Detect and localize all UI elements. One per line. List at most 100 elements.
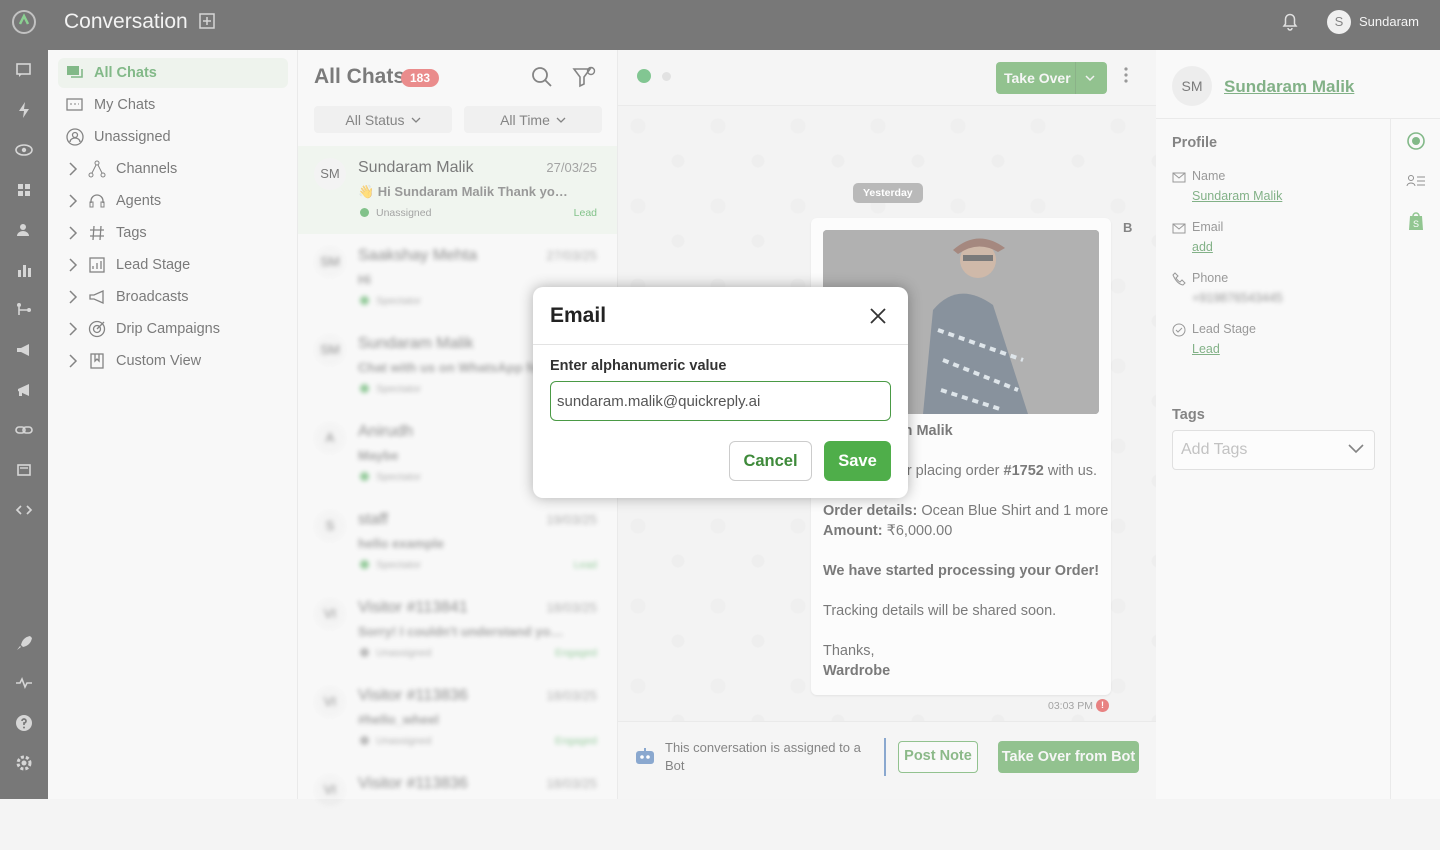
close-icon[interactable]	[869, 307, 887, 325]
chevron-down-icon	[1348, 444, 1364, 454]
contact-name: Anirudh	[358, 423, 414, 440]
avatar: SM	[314, 246, 346, 278]
sidebar-item-my-chats[interactable]: My Chats	[58, 90, 288, 120]
campaign-icon[interactable]	[15, 381, 33, 399]
sidebar-item-drip-campaigns[interactable]: Drip Campaigns	[58, 314, 288, 344]
save-button[interactable]: Save	[824, 441, 891, 481]
profile-tab-icon[interactable]	[1407, 132, 1425, 150]
list-item[interactable]: SM Sundaram Malik 27/03/25 👋 Hi Sundaram…	[298, 146, 617, 234]
help-icon[interactable]	[15, 714, 33, 732]
sidebar-item-lead-stage[interactable]: Lead Stage	[58, 250, 288, 280]
message-line-details: Order details: Ocean Blue Shirt and 1 mo…	[823, 503, 1108, 519]
user-name[interactable]: Sundaram	[1359, 14, 1419, 29]
sidebar-item-label: Channels	[116, 161, 178, 177]
sidebar-item-channels[interactable]: Channels	[58, 154, 288, 184]
analytics-icon[interactable]	[15, 261, 33, 279]
filter-icon[interactable]	[572, 65, 596, 89]
list-item[interactable]: VI Visitor #113836 18/03/25 #hello_wheel…	[298, 674, 617, 762]
whatsapp-icon	[360, 384, 369, 393]
link-icon[interactable]	[15, 421, 33, 439]
dashboard-icon[interactable]	[15, 181, 33, 199]
icon-rail	[0, 50, 48, 799]
chat-date: 18/03/25	[546, 600, 597, 615]
profile-name-link[interactable]: Sundaram Malik	[1224, 77, 1354, 97]
bolt-icon[interactable]	[15, 101, 33, 119]
check-circle-icon	[1172, 323, 1186, 337]
list-item[interactable]: VI Visitor #113836 18/03/25	[298, 762, 617, 850]
take-over-from-bot-button[interactable]: Take Over from Bot	[998, 741, 1139, 773]
error-icon[interactable]: !	[1096, 699, 1109, 712]
more-options-icon[interactable]	[1124, 67, 1128, 83]
sidebar-item-broadcasts[interactable]: Broadcasts	[58, 282, 288, 312]
lead-stage-link[interactable]: Lead	[1192, 342, 1220, 356]
amount-value: ₹6,000.00	[886, 523, 953, 539]
message-text: with us.	[1043, 463, 1098, 479]
avatar: VI	[314, 598, 346, 630]
cancel-button[interactable]: Cancel	[729, 441, 812, 481]
message-tracking: Tracking details will be shared soon.	[823, 603, 1057, 619]
chat-date: 19/03/25	[546, 512, 597, 527]
sidebar-item-agents[interactable]: Agents	[58, 186, 288, 216]
list-item[interactable]: S staff 19/03/25 hello example Spectator…	[298, 498, 617, 586]
divider	[884, 738, 886, 776]
svg-text:S: S	[1413, 219, 1419, 229]
name-value-link[interactable]: Sundaram Malik	[1192, 189, 1282, 203]
contact-name: Visitor #113836	[358, 775, 468, 792]
assignment-notice: This conversation is assigned to a Bot	[665, 740, 861, 773]
avatar: S	[314, 510, 346, 542]
profile-tabs: S	[1391, 119, 1440, 799]
bell-icon[interactable]	[1279, 10, 1301, 32]
email-field[interactable]	[550, 381, 891, 421]
whatsapp-icon	[360, 208, 369, 217]
flow-icon[interactable]	[15, 301, 33, 319]
lead-tag: Lead	[573, 559, 597, 571]
sidebar-item-tags[interactable]: Tags	[58, 218, 288, 248]
app-logo-icon[interactable]	[11, 9, 37, 35]
bookmark-icon	[90, 353, 104, 369]
sidebar-item-label: All Chats	[94, 65, 157, 81]
rocket-icon[interactable]	[15, 634, 33, 652]
conversations-icon[interactable]	[15, 61, 33, 79]
chevron-down-icon[interactable]	[1084, 72, 1096, 84]
email-modal: Email Enter alphanumeric value Cancel Sa…	[533, 287, 908, 498]
contacts-icon[interactable]	[15, 221, 33, 239]
code-icon[interactable]	[15, 501, 33, 519]
sidebar-item-custom-view[interactable]: Custom View	[58, 346, 288, 376]
profile-body: Profile Name Sundaram Malik Email add Ph…	[1156, 119, 1391, 799]
headset-icon	[89, 194, 105, 208]
take-over-button[interactable]: Take Over	[996, 62, 1107, 94]
phone-value[interactable]: +919876543445	[1192, 291, 1283, 305]
bot-icon	[636, 748, 654, 764]
time-filter-value: All Time	[500, 111, 550, 128]
name-icon	[1172, 172, 1186, 183]
contact-list-icon[interactable]	[1406, 173, 1426, 189]
templates-icon[interactable]	[15, 461, 33, 479]
megaphone-icon[interactable]	[15, 341, 33, 359]
activity-icon[interactable]	[15, 674, 33, 692]
email-add-link[interactable]: add	[1192, 240, 1213, 254]
search-icon[interactable]	[531, 66, 553, 88]
sidebar-item-unassigned[interactable]: Unassigned	[58, 122, 288, 152]
list-item[interactable]: VI Visitor #113841 18/03/25 Sorry! I cou…	[298, 586, 617, 674]
chevron-right-icon	[69, 226, 78, 240]
field-label: Email	[1192, 220, 1224, 234]
tags-select[interactable]: Add Tags	[1172, 430, 1375, 470]
time-filter-dropdown[interactable]: All Time	[464, 106, 602, 133]
chevron-down-icon	[556, 117, 566, 123]
sidebar-item-all-chats[interactable]: All Chats	[58, 58, 288, 88]
target-icon	[88, 320, 106, 338]
settings-icon[interactable]	[15, 754, 33, 772]
conversation-header: Take Over	[618, 50, 1156, 106]
eye-icon[interactable]	[15, 141, 33, 159]
status-filter-dropdown[interactable]: All Status	[314, 106, 452, 133]
message-processing: We have started processing your Order!	[823, 563, 1100, 579]
post-note-button[interactable]: Post Note	[898, 741, 978, 773]
last-message: Sorry! I couldn't understand your query	[358, 624, 568, 639]
user-avatar[interactable]: S	[1327, 10, 1351, 34]
sidebar-item-label: Unassigned	[94, 129, 171, 145]
shopify-icon[interactable]: S	[1407, 211, 1425, 231]
new-conversation-icon[interactable]	[198, 12, 216, 30]
assignment-status: Spectator	[376, 559, 421, 571]
sidebar-item-label: Tags	[116, 225, 147, 241]
assignment-status: Unassigned	[376, 735, 432, 747]
